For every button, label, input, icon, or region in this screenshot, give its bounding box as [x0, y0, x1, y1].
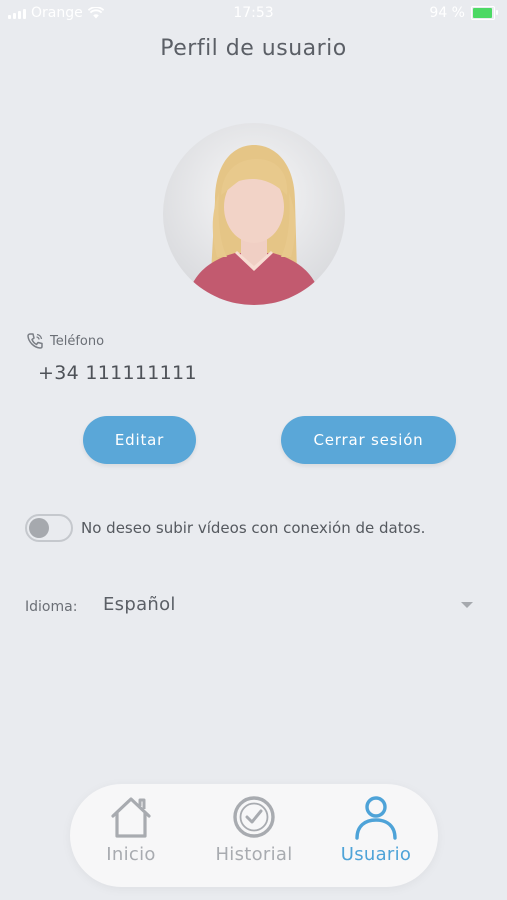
mobile-data-upload-toggle[interactable] [25, 514, 73, 542]
status-bar: Orange 17:53 94 % [0, 0, 507, 28]
tab-inicio[interactable]: Inicio [70, 794, 192, 880]
avatar [163, 123, 345, 305]
home-icon [111, 797, 151, 838]
mobile-data-upload-label: No deseo subir vídeos con conexión de da… [81, 519, 426, 537]
battery-percentage: 94 % [429, 5, 465, 21]
user-avatar-illustration [187, 145, 321, 305]
phone-value: +34 111111111 [38, 362, 197, 384]
phone-label-row: Teléfono [26, 332, 104, 350]
phone-icon [27, 333, 43, 349]
tab-historial-label: Historial [215, 844, 293, 865]
toggle-knob [29, 518, 49, 538]
mobile-data-upload-setting: No deseo subir vídeos con conexión de da… [25, 514, 425, 542]
bottom-tab-bar: Inicio Historial Usuario [70, 784, 438, 887]
user-icon [355, 796, 397, 840]
logout-button[interactable]: Cerrar sesión [281, 416, 456, 464]
language-label: Idioma: [25, 599, 78, 615]
language-value[interactable]: Español [103, 594, 176, 615]
dropdown-arrow-icon[interactable] [461, 602, 473, 608]
phone-label: Teléfono [50, 333, 105, 349]
edit-button[interactable]: Editar [83, 416, 196, 464]
status-battery-group: 94 % [429, 5, 498, 21]
tab-usuario-label: Usuario [340, 844, 412, 865]
clock-icon [233, 796, 275, 838]
tab-usuario[interactable]: Usuario [315, 794, 437, 880]
page-title: Perfil de usuario [160, 36, 347, 61]
language-selector[interactable]: Idioma: Español [25, 594, 477, 620]
battery-icon [471, 6, 498, 20]
tab-historial[interactable]: Historial [193, 794, 315, 880]
tab-inicio-label: Inicio [106, 844, 156, 865]
